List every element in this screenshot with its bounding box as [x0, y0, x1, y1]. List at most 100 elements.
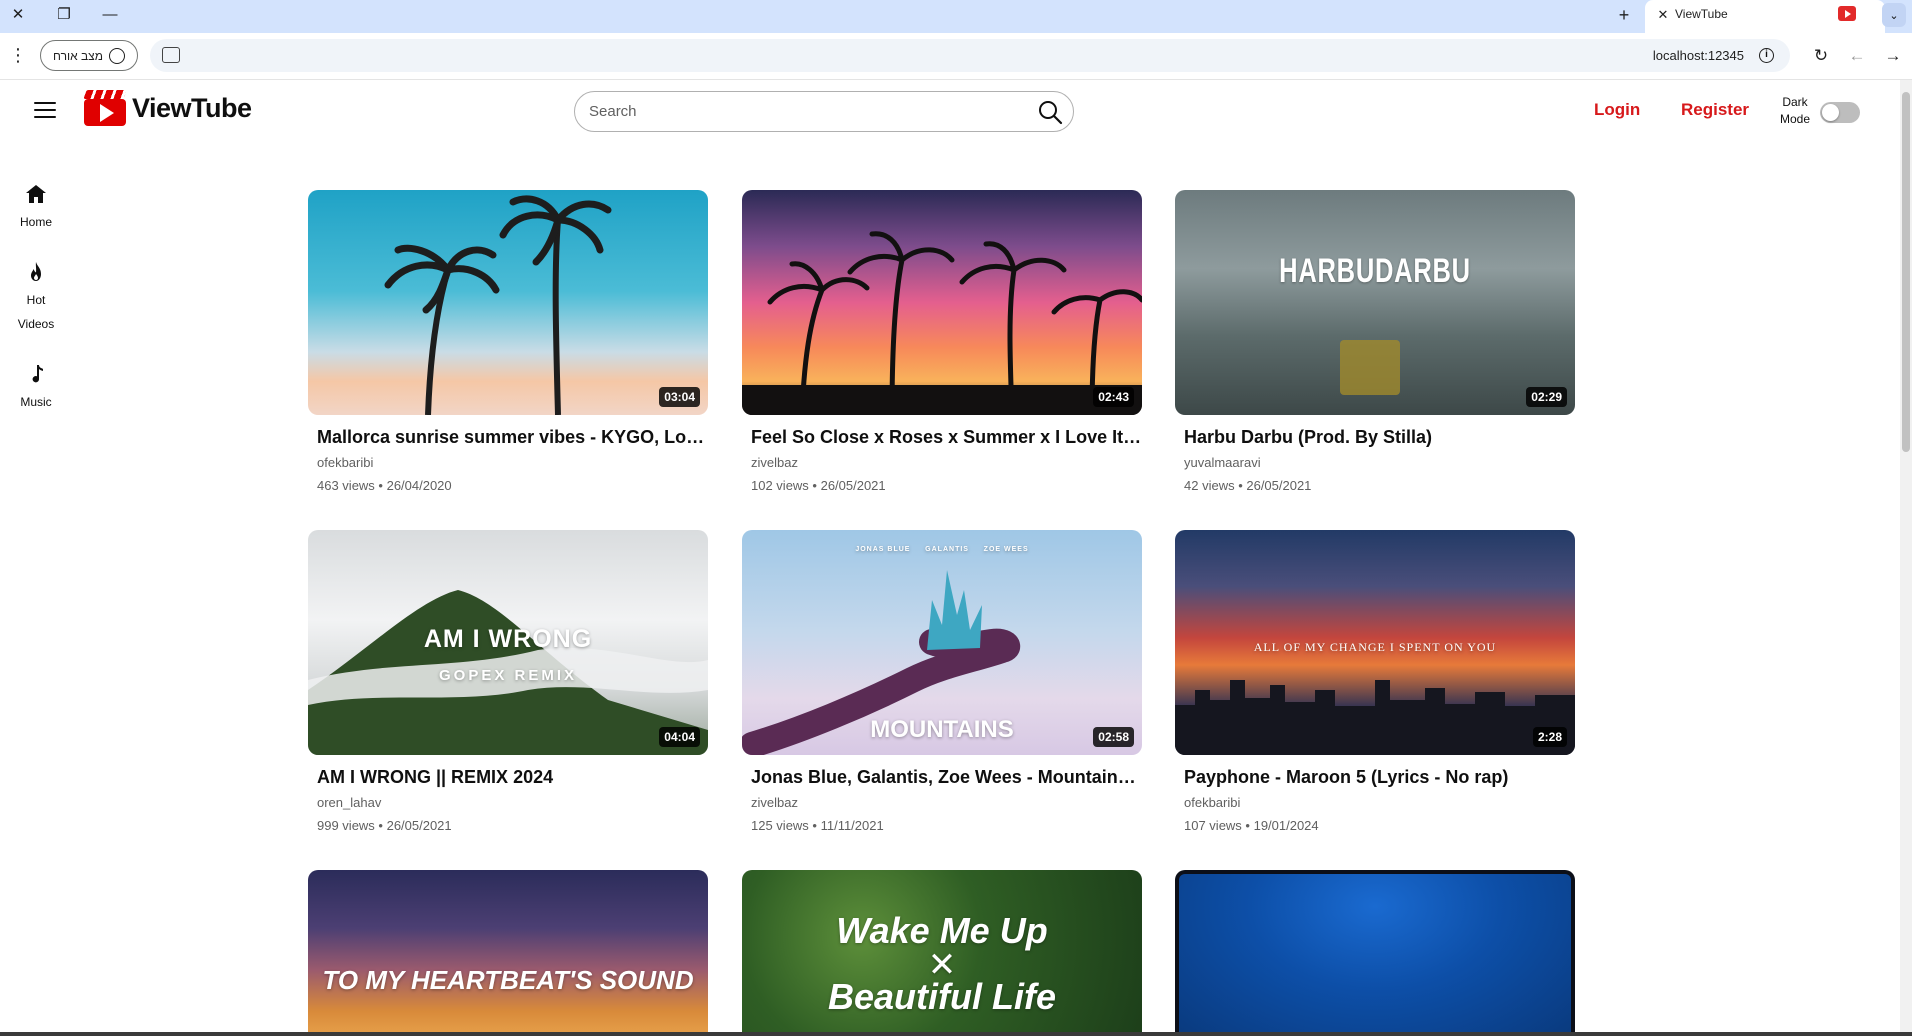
- thumbnail-caption: ALL OF MY CHANGE I SPENT ON YOU: [1253, 640, 1497, 654]
- video-card[interactable]: AM I WRONG GOPEX REMIX 04:04 AM I WRONG …: [308, 530, 708, 833]
- thumbnail-caption: HARBUDARBU: [1279, 252, 1471, 290]
- browser-menu-icon[interactable]: ⋮: [8, 46, 28, 66]
- menu-toggle-button[interactable]: [34, 102, 56, 118]
- search-icon[interactable]: [1037, 99, 1063, 125]
- video-channel[interactable]: ofekbaribi: [308, 455, 708, 470]
- video-card[interactable]: 02:43 Feel So Close x Roses x Summer x I…: [742, 190, 1142, 493]
- video-meta: 102 views • 26/05/2021: [751, 478, 886, 493]
- sidebar-item-label: Home: [19, 215, 52, 229]
- tab-search-chevron-icon[interactable]: ⌄: [1882, 3, 1906, 27]
- page-scrollbar[interactable]: [1900, 80, 1912, 1036]
- sidebar-item-label: Music: [20, 395, 52, 409]
- video-duration: 03:04: [659, 387, 700, 407]
- video-duration: 04:04: [659, 727, 700, 747]
- video-meta: 463 views • 26/04/2020: [317, 478, 452, 493]
- sidebar-item-label: Hot Videos: [17, 293, 55, 331]
- video-title[interactable]: AM I WRONG || REMIX 2024: [308, 767, 708, 788]
- hamburger-line: [34, 102, 56, 104]
- video-duration: 02:58: [1093, 727, 1134, 747]
- video-thumbnail[interactable]: [1175, 870, 1575, 1036]
- video-card[interactable]: TO MY HEARTBEAT'S SOUND: [308, 870, 708, 1036]
- site-info-icon[interactable]: i: [1759, 48, 1774, 63]
- thumbnail-caption: TO MY HEARTBEAT'S SOUND: [322, 965, 694, 995]
- browser-tab-strip: ✕ ❐ — + ✕ ViewTube ⌄: [0, 0, 1912, 33]
- video-thumbnail[interactable]: 02:43: [742, 190, 1142, 415]
- video-duration: 02:43: [1093, 387, 1134, 407]
- logo-text: ViewTube: [132, 92, 252, 123]
- video-thumbnail[interactable]: TO MY HEARTBEAT'S SOUND: [308, 870, 708, 1036]
- search-bar: [574, 91, 1074, 132]
- window-close-icon[interactable]: ✕: [0, 0, 36, 28]
- home-icon: [26, 185, 46, 203]
- video-card[interactable]: 03:04 Mallorca sunrise summer vibes - KY…: [308, 190, 708, 493]
- video-card[interactable]: HARBUDARBU 02:29 Harbu Darbu (Prod. By S…: [1175, 190, 1575, 493]
- video-thumbnail[interactable]: Wake Me Up ✕ Beautiful Life: [742, 870, 1142, 1036]
- sidebar-item-hot-videos[interactable]: Hot Videos: [0, 260, 72, 336]
- blue-screen-illustration: [1179, 874, 1571, 1036]
- browser-toolbar: ⋮ מצב אורח localhost:12345 i ↻ ← →: [0, 33, 1912, 80]
- video-thumbnail[interactable]: ALL OF MY CHANGE I SPENT ON YOU 2:28: [1175, 530, 1575, 755]
- taskbar-edge: [0, 1032, 1912, 1036]
- video-channel[interactable]: yuvalmaaravi: [1175, 455, 1575, 470]
- palm-trees-illustration: [384, 195, 612, 415]
- video-card[interactable]: [1175, 870, 1575, 1036]
- video-channel[interactable]: ofekbaribi: [1175, 795, 1575, 810]
- fire-icon: [31, 262, 41, 281]
- video-title[interactable]: Payphone - Maroon 5 (Lyrics - No rap): [1175, 767, 1575, 788]
- thumbnail-subcaption: JONAS BLUE GALANTIS ZOE WEES: [855, 546, 1029, 553]
- site-permissions-icon[interactable]: [162, 47, 180, 63]
- video-title[interactable]: Feel So Close x Roses x Summer x I Love …: [742, 427, 1142, 448]
- video-thumbnail[interactable]: HARBUDARBU 02:29: [1175, 190, 1575, 415]
- video-card[interactable]: ALL OF MY CHANGE I SPENT ON YOU 2:28 Pay…: [1175, 530, 1575, 833]
- video-channel[interactable]: zivelbaz: [742, 455, 1142, 470]
- sidebar-item-music[interactable]: Music: [0, 362, 72, 414]
- video-thumbnail[interactable]: AM I WRONG GOPEX REMIX 04:04: [308, 530, 708, 755]
- sunset-palms-illustration: [742, 231, 1142, 415]
- window-minimize-icon[interactable]: —: [92, 0, 128, 28]
- sidebar-item-home[interactable]: Home: [0, 182, 72, 234]
- video-title[interactable]: Mallorca sunrise summer vibes - KYGO, Lo…: [308, 427, 708, 448]
- search-input[interactable]: [589, 92, 1009, 131]
- profile-icon: [108, 47, 125, 64]
- forward-arrow-icon[interactable]: ←: [1846, 46, 1868, 68]
- video-title[interactable]: Jonas Blue, Galantis, Zoe Wees - Mountai…: [742, 767, 1142, 788]
- music-note-icon: [32, 365, 43, 383]
- video-duration: 02:29: [1526, 387, 1567, 407]
- video-title[interactable]: Harbu Darbu (Prod. By Stilla): [1175, 427, 1575, 448]
- tab-close-icon[interactable]: ✕: [1653, 5, 1673, 25]
- video-thumbnail[interactable]: 03:04: [308, 190, 708, 415]
- register-button[interactable]: Register: [1681, 100, 1749, 120]
- reload-icon[interactable]: ↻: [1810, 46, 1832, 68]
- video-channel[interactable]: oren_lahav: [308, 795, 708, 810]
- video-card[interactable]: JONAS BLUE GALANTIS ZOE WEES MOUNTAINS 0…: [742, 530, 1142, 833]
- hamburger-line: [34, 109, 56, 111]
- thumbnail-caption: MOUNTAINS: [870, 716, 1014, 743]
- video-duration: 2:28: [1532, 727, 1567, 747]
- video-card[interactable]: Wake Me Up ✕ Beautiful Life: [742, 870, 1142, 1036]
- video-meta: 107 views • 19/01/2024: [1184, 818, 1319, 833]
- guest-profile-button[interactable]: מצב אורח: [40, 40, 138, 71]
- login-button[interactable]: Login: [1594, 100, 1640, 120]
- back-arrow-icon[interactable]: →: [1882, 46, 1904, 68]
- dark-mode-toggle[interactable]: [1820, 102, 1860, 123]
- address-url[interactable]: localhost:12345: [1653, 48, 1744, 63]
- window-restore-icon[interactable]: ❐: [46, 0, 82, 28]
- thumbnail-subcaption: Beautiful Life: [827, 976, 1056, 1017]
- tab-favicon-icon: [1838, 6, 1856, 21]
- dark-mode-label: Dark Mode: [1779, 95, 1811, 126]
- address-bar[interactable]: localhost:12345 i: [150, 39, 1790, 72]
- browser-tab[interactable]: ✕ ViewTube: [1645, 0, 1885, 33]
- hamburger-line: [34, 116, 56, 118]
- app-header: ViewTube Login Register Dark Mode: [0, 80, 1900, 142]
- thumbnail-caption: AM I WRONG: [423, 625, 593, 653]
- profile-label: מצב אורח: [53, 48, 103, 63]
- video-channel[interactable]: zivelbaz: [742, 795, 1142, 810]
- toggle-knob: [1822, 104, 1839, 121]
- tab-title: ViewTube: [1675, 7, 1728, 21]
- viewtube-logo[interactable]: ViewTube: [83, 88, 252, 128]
- new-tab-icon[interactable]: +: [1612, 3, 1636, 27]
- scrollbar-thumb[interactable]: [1902, 92, 1910, 452]
- video-thumbnail[interactable]: JONAS BLUE GALANTIS ZOE WEES MOUNTAINS 0…: [742, 530, 1142, 755]
- video-meta: 999 views • 26/05/2021: [317, 818, 452, 833]
- video-meta: 125 views • 11/11/2021: [751, 818, 884, 833]
